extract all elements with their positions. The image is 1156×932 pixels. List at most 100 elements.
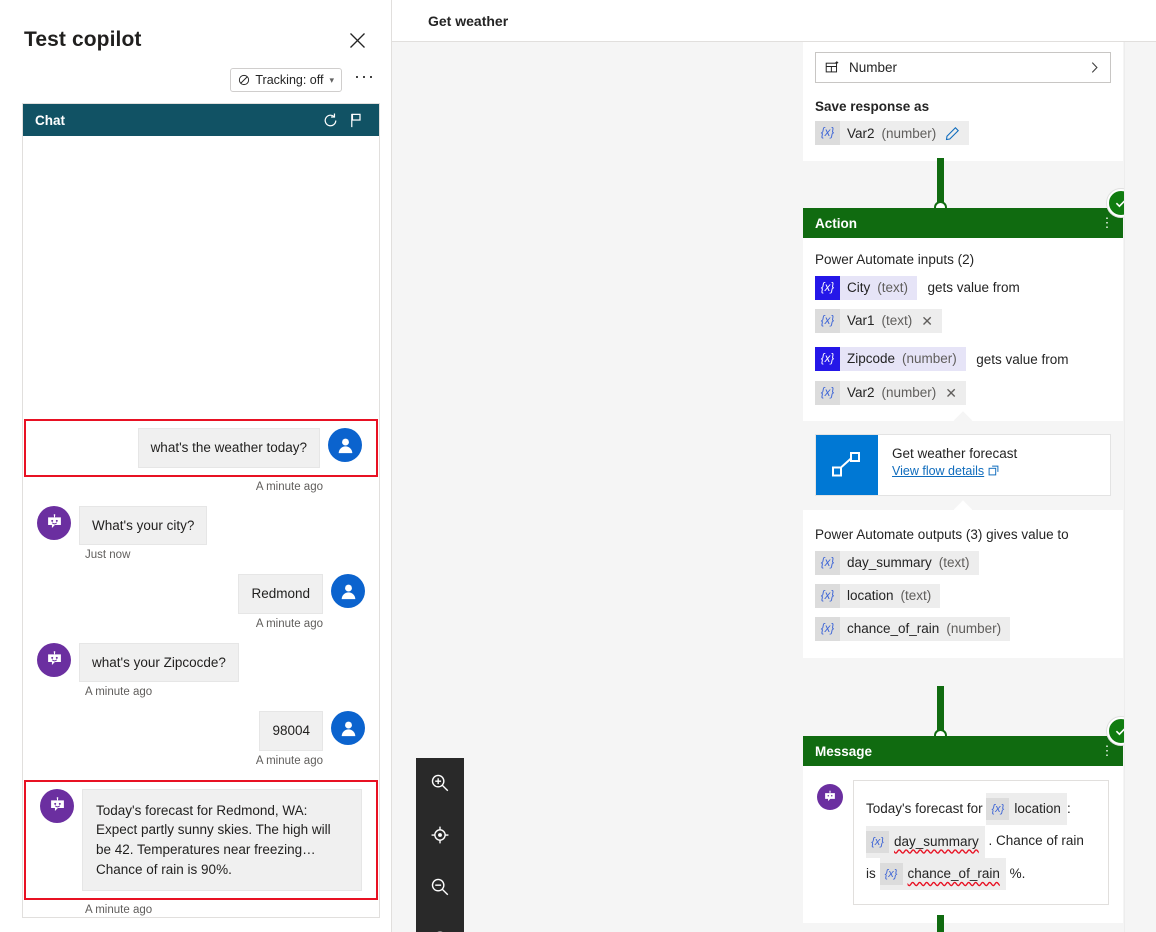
action-node-header[interactable]: Action ⋮ — [803, 189, 1135, 238]
bot-avatar-icon — [50, 797, 64, 812]
input-value-chip[interactable]: {x} Var1 (text) ✕ — [815, 309, 943, 334]
avatar — [37, 505, 71, 540]
message-colon: : — [1066, 801, 1071, 816]
chevron-down-icon: ▾ — [329, 74, 335, 85]
reset-view-icon — [437, 931, 443, 932]
chat-timestamp: Just now — [85, 549, 131, 562]
fit-to-view-button[interactable] — [425, 820, 455, 850]
token-location[interactable]: {x} location — [986, 793, 1067, 826]
chat-bubble: what's the weather today? — [137, 428, 320, 468]
canvas-right-gutter — [1124, 42, 1156, 932]
bot-avatar-icon — [47, 651, 61, 666]
action-inputs-section: Power Automate inputs (2) {x} City (text… — [803, 238, 1123, 421]
message-node-title: Message — [815, 743, 873, 759]
message-lead-text: Today's forecast for — [866, 801, 983, 816]
input-mapping-row: {x} City (text) gets value from — [815, 276, 1111, 300]
outputs-label: Power Automate outputs (3) gives value t… — [815, 526, 1069, 542]
user-avatar-icon — [341, 721, 355, 736]
chat-message-bot: What's your city? — [23, 505, 379, 546]
highlight-box-user-question: what's the weather today? — [24, 419, 378, 477]
flow-call-section: Get weather forecast View flow details — [803, 411, 1123, 510]
variable-badge: {x} — [815, 347, 840, 372]
zoom-out-icon — [431, 878, 449, 896]
chat-bubble: Redmond — [238, 574, 323, 614]
gets-value-from-label: gets value from — [976, 351, 1069, 367]
output-chip[interactable]: {x} chance_of_rain (number) — [815, 617, 1011, 642]
app-root: Test copilot Tracking: off ▾ ··· Chat wh… — [0, 0, 1156, 932]
flow-connector — [937, 915, 944, 932]
gets-value-from-label: gets value from — [927, 280, 1020, 296]
tab-get-weather[interactable]: Get weather — [428, 13, 508, 29]
tracking-toggle-button[interactable]: Tracking: off ▾ — [230, 68, 343, 92]
token-label: location — [1014, 801, 1061, 817]
input-value-row: {x} Var2 (number) ✕ — [815, 380, 1111, 405]
message-text-editor[interactable]: Today's forecast for {x} location : {x} … — [853, 780, 1109, 906]
save-response-variable-chip[interactable]: {x} Var2 (number) — [815, 121, 970, 145]
token-chance-of-rain[interactable]: {x} chance_of_rain — [879, 858, 1006, 891]
output-row: {x} location (text) — [815, 584, 1111, 609]
zoom-in-button[interactable] — [425, 768, 455, 798]
tracking-row: Tracking: off ▾ ··· — [230, 67, 377, 92]
identify-field[interactable]: Number — [815, 52, 1111, 83]
user-avatar-icon — [338, 438, 352, 453]
param-type: (number) — [902, 351, 957, 367]
variable-badge: {x} — [815, 121, 840, 145]
view-flow-details-link[interactable]: View flow details — [892, 464, 999, 478]
chat-header: Chat — [23, 104, 379, 136]
output-chip[interactable]: {x} location (text) — [815, 584, 941, 609]
chevron-right-icon — [1091, 62, 1098, 73]
chat-message-list: what's the weather today? A minute ago W… — [23, 136, 379, 917]
inputs-label: Power Automate inputs (2) — [815, 252, 975, 267]
reset-view-button[interactable] — [425, 924, 455, 932]
message-node-header[interactable]: Message ⋮ — [803, 717, 1135, 766]
more-vertical-icon[interactable]: ⋮ — [1099, 216, 1115, 229]
flow-card[interactable]: Get weather forecast View flow details — [815, 433, 1111, 496]
save-response-label: Save response as — [815, 99, 930, 114]
param-name: Zipcode — [847, 351, 896, 367]
panel-more-button[interactable]: ··· — [352, 67, 377, 89]
output-row: {x} day_summary (text) — [815, 550, 1111, 575]
variable-badge: {x} — [815, 309, 840, 334]
chat-message-user: Redmond — [23, 574, 379, 614]
variable-name: Var1 — [847, 313, 875, 329]
chat-timestamp: A minute ago — [85, 904, 153, 917]
input-value-row: {x} Var1 (text) ✕ — [815, 309, 1111, 334]
output-chip[interactable]: {x} day_summary (text) — [815, 550, 979, 575]
test-copilot-panel: Test copilot Tracking: off ▾ ··· Chat wh… — [0, 0, 392, 932]
question-node: Number Save response as {x} Var2 (number… — [803, 42, 1123, 161]
message-tail-text: %. — [1009, 865, 1026, 881]
variable-badge: {x} — [815, 550, 840, 575]
canvas-topbar: Get weather — [392, 0, 1156, 42]
chat-bubble: Today's forecast for Redmond, WA: Expect… — [82, 788, 362, 892]
zoom-out-button[interactable] — [425, 872, 455, 902]
variable-badge: {x} — [815, 276, 840, 300]
power-automate-icon — [816, 434, 878, 495]
variable-name: chance_of_rain — [847, 621, 940, 637]
chat-bubble: 98004 — [259, 711, 323, 751]
more-vertical-icon[interactable]: ⋮ — [1099, 744, 1115, 757]
flow-canvas[interactable]: Number Save response as {x} Var2 (number… — [392, 42, 1156, 932]
zoom-toolbar — [416, 758, 464, 932]
token-day-summary[interactable]: {x} day_summary — [866, 825, 985, 858]
chat-message-bot: Today's forecast for Redmond, WA: Expect… — [26, 788, 376, 892]
close-icon — [349, 32, 365, 48]
action-node: Action ⋮ Power Automate inputs (2) {x} C… — [803, 189, 1135, 658]
pencil-icon[interactable] — [945, 126, 960, 141]
chat-flag-button[interactable] — [343, 107, 369, 133]
chat-message-bot: what's your Zipcocde? — [23, 642, 379, 683]
close-icon[interactable]: ✕ — [945, 381, 957, 405]
chat-refresh-button[interactable] — [317, 107, 343, 133]
close-icon[interactable]: ✕ — [921, 309, 933, 333]
input-value-chip[interactable]: {x} Var2 (number) ✕ — [815, 380, 967, 405]
input-mapping-row: {x} Zipcode (number) gets value from — [815, 347, 1111, 372]
variable-type: (text) — [881, 313, 913, 329]
input-param-chip[interactable]: {x} Zipcode (number) — [815, 347, 966, 372]
close-panel-button[interactable] — [341, 24, 373, 56]
variable-badge: {x} — [815, 617, 840, 642]
chat-bubble: What's your city? — [79, 505, 208, 546]
variable-name: location — [847, 588, 894, 604]
input-param-chip[interactable]: {x} City (text) — [815, 276, 918, 300]
variable-badge: {x} — [866, 830, 889, 853]
avatar — [331, 711, 365, 746]
identify-field-value: Number — [849, 60, 898, 75]
